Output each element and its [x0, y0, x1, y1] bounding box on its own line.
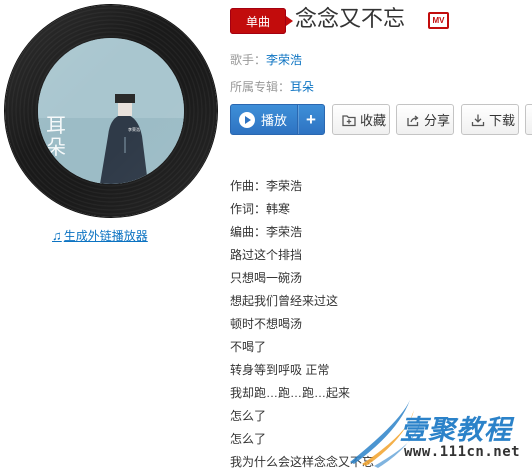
play-button-group: 播放 + [230, 104, 325, 135]
play-button[interactable]: 播放 [231, 105, 297, 134]
download-button[interactable]: 下载 [461, 104, 519, 135]
album-cover: 李荣浩 耳朵 [38, 38, 184, 184]
download-icon [471, 114, 485, 126]
mv-label: MV [432, 16, 445, 25]
album-disc: 李荣浩 耳朵 [5, 5, 217, 217]
lyric-line: 转身等到呼吸 正常 [230, 363, 330, 377]
album-row: 所属专辑：耳朵 [230, 79, 314, 95]
add-to-playlist-button[interactable]: + [297, 105, 324, 134]
folder-plus-icon [342, 114, 356, 126]
lyric-line: 路过这个排挡 [230, 248, 303, 262]
comment-button-partial[interactable] [525, 104, 532, 135]
lyric-line: 只想喝一碗汤 [230, 271, 303, 285]
mv-icon[interactable]: MV [428, 12, 449, 29]
share-icon [407, 114, 419, 126]
artist-label: 歌手： [230, 53, 267, 67]
outer-player-link[interactable]: ♫ 生成外链播放器 [52, 227, 148, 244]
album-cover-art: 李荣浩 [38, 38, 184, 184]
favorite-button[interactable]: 收藏 [332, 104, 390, 135]
single-type-badge: 单曲 [230, 8, 293, 34]
song-title: 念念又不忘 [295, 7, 406, 32]
lyric-line: 作曲：李荣浩 [230, 179, 303, 193]
lyric-line: 不喝了 [230, 340, 267, 354]
download-label: 下载 [489, 113, 516, 128]
play-icon [239, 111, 255, 128]
play-label: 播放 [261, 113, 288, 128]
album-link[interactable]: 耳朵 [290, 80, 314, 94]
favorite-label: 收藏 [360, 113, 387, 128]
watermark-brand: 壹聚教程 [400, 415, 512, 446]
share-label: 分享 [424, 113, 451, 128]
lyric-line: 编曲：李荣浩 [230, 225, 303, 239]
music-note-icon: ♫ [52, 228, 62, 243]
outer-player-label: 生成外链播放器 [63, 229, 148, 243]
artist-link[interactable]: 李荣浩 [266, 53, 302, 67]
svg-text:李荣浩: 李荣浩 [128, 126, 140, 132]
album-cover-title: 耳朵 [46, 113, 66, 159]
lyric-line: 顿时不想喝汤 [230, 317, 303, 331]
artist-row: 歌手：李荣浩 [230, 52, 302, 68]
album-label: 所属专辑： [230, 80, 291, 94]
lyric-line: 作词：韩寒 [230, 202, 291, 216]
lyric-line: 想起我们曾经来过这 [230, 294, 339, 308]
watermark-url: www.111cn.net [404, 444, 521, 460]
share-button[interactable]: 分享 [396, 104, 454, 135]
